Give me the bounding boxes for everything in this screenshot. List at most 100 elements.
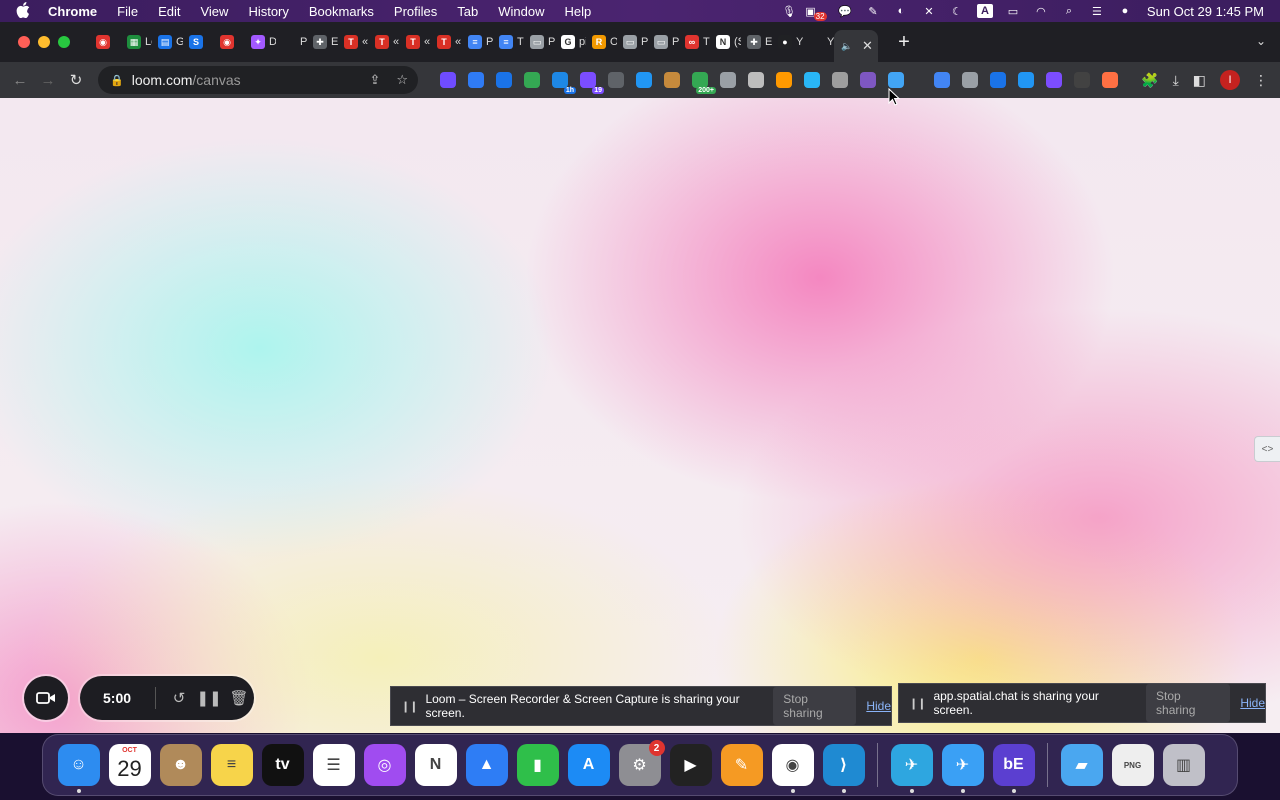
tab-20[interactable]: N (S bbox=[710, 26, 741, 58]
menu-help[interactable]: Help bbox=[555, 4, 602, 19]
tab-16[interactable]: R Or bbox=[586, 26, 617, 58]
tab-15[interactable]: Gpi bbox=[555, 26, 586, 58]
tab-4[interactable]: ◉ bbox=[214, 26, 245, 58]
back-button[interactable]: ← bbox=[6, 72, 34, 89]
dock-app-store-icon[interactable]: A bbox=[567, 744, 610, 786]
tab-21[interactable]: ✚ Ex bbox=[741, 26, 772, 58]
window-minimize-button[interactable] bbox=[38, 36, 50, 48]
dock-be-app-icon[interactable]: bE bbox=[992, 744, 1035, 793]
messages-icon[interactable]: 💬 bbox=[837, 4, 853, 18]
microphone-icon[interactable]: 🎙 bbox=[781, 4, 797, 18]
tab-search-chevron-icon[interactable]: ⌄ bbox=[1256, 34, 1266, 48]
loom-camera-button[interactable] bbox=[24, 676, 68, 720]
dock-apple-tv-icon[interactable]: tv bbox=[261, 744, 304, 786]
menu-app-chrome[interactable]: Chrome bbox=[44, 4, 107, 19]
ext-screen-icon[interactable] bbox=[1046, 72, 1062, 88]
tab-18[interactable]: ▭ Pa bbox=[648, 26, 679, 58]
ext-cookie-icon[interactable] bbox=[664, 72, 680, 88]
ext-doc-search-icon[interactable] bbox=[962, 72, 978, 88]
dock-contacts-icon[interactable]: ☻ bbox=[159, 744, 202, 786]
forward-button[interactable]: → bbox=[34, 72, 62, 89]
ext-compass-icon[interactable] bbox=[468, 72, 484, 88]
ext-bolt-icon[interactable] bbox=[888, 72, 904, 88]
dock-trash-icon[interactable]: ▥ bbox=[1162, 744, 1205, 786]
chrome-menu-icon[interactable]: ⋮ bbox=[1254, 72, 1268, 89]
ext-picture-icon[interactable] bbox=[636, 72, 652, 88]
dock-pages-icon[interactable]: ✎ bbox=[720, 744, 763, 786]
tab-close-icon[interactable]: ✕ bbox=[862, 38, 873, 54]
search-icon[interactable]: ⌕ bbox=[1061, 4, 1077, 18]
tab-2[interactable]: ▤ Gc bbox=[152, 26, 183, 58]
ext-flower-icon[interactable] bbox=[440, 72, 456, 88]
tab-1[interactable]: ▦ Le bbox=[121, 26, 152, 58]
ext-link-icon[interactable] bbox=[720, 72, 736, 88]
ext-chrome-icon[interactable] bbox=[524, 72, 540, 88]
siri-icon[interactable]: ● bbox=[1117, 4, 1133, 18]
lock-icon[interactable]: 🔒 bbox=[110, 74, 124, 87]
notification-icon[interactable]: ▣ 32 bbox=[805, 4, 827, 21]
tab-23[interactable]: Yc bbox=[803, 26, 834, 58]
dock-vscode-icon[interactable]: ⟩ bbox=[822, 744, 865, 793]
dock-system-settings-icon[interactable]: ⚙ 2 bbox=[618, 740, 665, 786]
ext-calendar-icon[interactable] bbox=[496, 72, 512, 88]
tab-14[interactable]: ▭ Pa bbox=[524, 26, 555, 58]
hide-link[interactable]: Hide bbox=[1240, 696, 1265, 710]
extensions-puzzle-icon[interactable]: 🧩 bbox=[1141, 72, 1158, 89]
tab-active[interactable]: 🔈 ✕ bbox=[834, 30, 878, 62]
ext-amazon-icon[interactable] bbox=[776, 72, 792, 88]
window-close-button[interactable] bbox=[18, 36, 30, 48]
ext-u-icon[interactable] bbox=[860, 72, 876, 88]
wifi-icon[interactable]: ◠ bbox=[1033, 4, 1049, 18]
ext-heart-icon[interactable] bbox=[1102, 72, 1118, 88]
menubar-clock[interactable]: Sun Oct 29 1:45 PM bbox=[1147, 4, 1264, 19]
ext-square-icon[interactable] bbox=[1074, 72, 1090, 88]
tab-5[interactable]: ✦ De bbox=[245, 26, 276, 58]
trash-icon[interactable]: 🗑 bbox=[224, 689, 254, 707]
tab-19[interactable]: ∞ Ti bbox=[679, 26, 710, 58]
menu-history[interactable]: History bbox=[238, 4, 298, 19]
dock-downloads-folder-icon[interactable]: ▰ bbox=[1060, 744, 1103, 786]
menu-edit[interactable]: Edit bbox=[148, 4, 190, 19]
side-panel-icon[interactable]: ◧ bbox=[1193, 72, 1206, 89]
menu-bookmarks[interactable]: Bookmarks bbox=[299, 4, 384, 19]
tab-8[interactable]: T « bbox=[338, 26, 369, 58]
ext-sync-icon[interactable]: 1h bbox=[552, 72, 576, 94]
dock-reminders-icon[interactable]: ☰ bbox=[312, 744, 355, 786]
dock-keynote-icon[interactable]: ▲ bbox=[465, 744, 508, 786]
tab-6[interactable]: Pl bbox=[276, 26, 307, 58]
speaker-icon[interactable]: 🔈 bbox=[840, 39, 854, 53]
menu-profiles[interactable]: Profiles bbox=[384, 4, 447, 19]
contrast-icon[interactable]: ◐ bbox=[893, 4, 909, 18]
menu-file[interactable]: File bbox=[107, 4, 148, 19]
tab-13[interactable]: ≡ Ti bbox=[493, 26, 524, 58]
ext-diamond-icon[interactable] bbox=[990, 72, 1006, 88]
profile-avatar[interactable]: I bbox=[1220, 70, 1240, 90]
pause-icon[interactable]: ❚❚ bbox=[194, 689, 224, 707]
tab-9[interactable]: T « bbox=[369, 26, 400, 58]
share-icon[interactable]: ⇪ bbox=[369, 72, 380, 88]
dock-numbers-icon[interactable]: ▮ bbox=[516, 744, 559, 786]
reload-button[interactable]: ↻ bbox=[62, 71, 90, 89]
address-bar[interactable]: 🔒 loom.com/canvas ⇪ ☆ bbox=[98, 66, 418, 94]
dock-finder-icon[interactable]: ☺ bbox=[57, 744, 100, 793]
ext-s-icon[interactable] bbox=[608, 72, 624, 88]
menu-view[interactable]: View bbox=[190, 4, 238, 19]
battery-icon[interactable]: ▭ bbox=[1005, 4, 1021, 18]
dock-telegram-icon[interactable]: ✈ bbox=[890, 744, 933, 793]
dock-png-file-icon[interactable]: PNG bbox=[1111, 744, 1154, 786]
dock-final-cut-icon[interactable]: ▶ bbox=[669, 744, 712, 786]
collapsed-side-panel-icon[interactable]: <> bbox=[1254, 436, 1280, 462]
dock-calendar-icon[interactable]: OCT 29 bbox=[108, 744, 151, 786]
tab-11[interactable]: T « bbox=[431, 26, 462, 58]
bluetooth-off-icon[interactable]: ✕ bbox=[921, 4, 937, 18]
apple-menu-icon[interactable] bbox=[16, 1, 36, 21]
dock-news-icon[interactable]: N bbox=[414, 744, 457, 786]
dock-notes-icon[interactable]: ≡ bbox=[210, 744, 253, 786]
tab-3[interactable]: S bbox=[183, 26, 214, 58]
tab-12[interactable]: ≡ Pi bbox=[462, 26, 493, 58]
control-center-icon[interactable]: ☰ bbox=[1089, 4, 1105, 18]
tab-0[interactable]: ◉ bbox=[90, 26, 121, 58]
tab-17[interactable]: ▭ Pa bbox=[617, 26, 648, 58]
stop-sharing-button[interactable]: Stop sharing bbox=[773, 687, 857, 725]
download-icon[interactable]: ⤓ bbox=[1173, 72, 1179, 89]
